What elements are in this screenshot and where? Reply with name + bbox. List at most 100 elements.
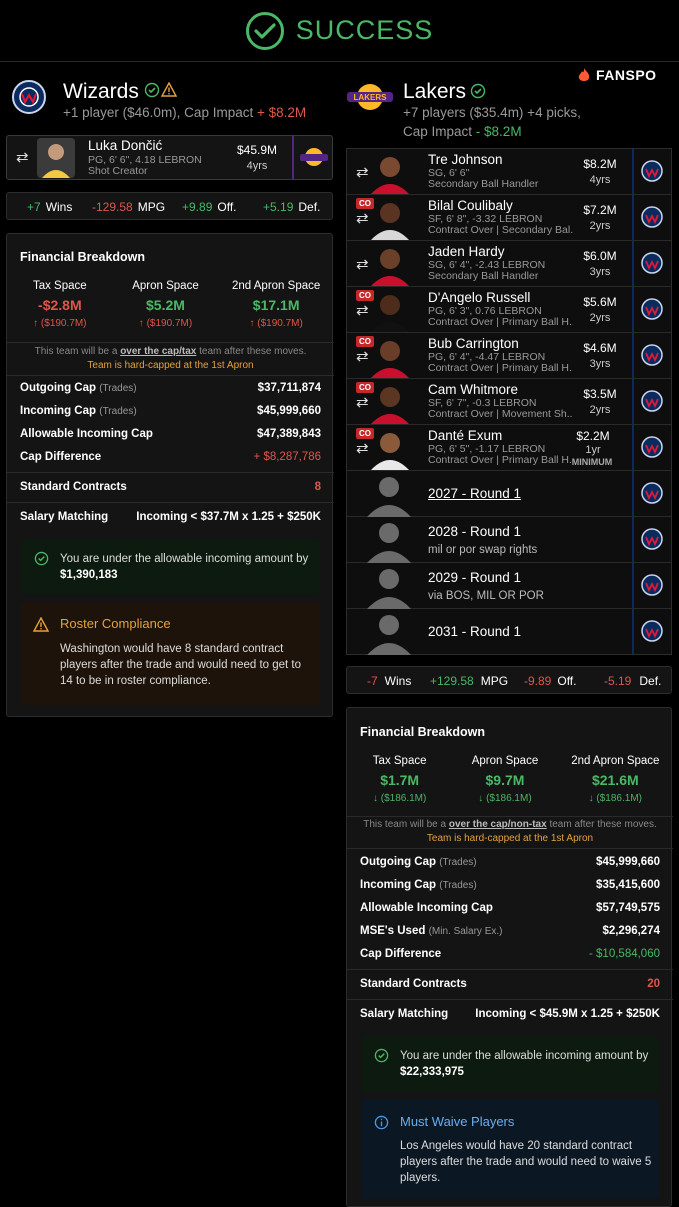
- team-color-bar: [632, 379, 634, 424]
- lakers-small-logo: [299, 146, 329, 173]
- standard-contracts-row: Standard Contracts 8: [20, 481, 321, 493]
- tax-space-delta: ↓ ($186.1M): [372, 793, 427, 804]
- check-circle-icon: [34, 551, 49, 571]
- player-salary: $2.2M: [576, 429, 610, 443]
- player-meta: PG, 6' 5", -1.17 LEBRON: [428, 444, 546, 455]
- mpg-value: +129.58: [430, 674, 474, 688]
- warning-title: Roster Compliance: [60, 616, 171, 631]
- incoming-player-card[interactable]: ⇄ Luka Dončić PG, 6' 6", 4.18 LEBRON Sho…: [6, 135, 333, 180]
- player-role: Secondary Ball Handler: [428, 179, 539, 190]
- verified-check-icon: [144, 82, 160, 103]
- def-label: Def.: [639, 674, 662, 688]
- player-photo: [367, 382, 413, 424]
- mpg-value: -129.58: [92, 200, 133, 214]
- def-label: Def.: [298, 200, 321, 214]
- player-years: 1yr: [585, 444, 601, 456]
- outgoing-player-row[interactable]: CO ⇄ D'Angelo Russell PG, 6' 3", 0.76 LE…: [347, 287, 671, 333]
- wins-value: +7: [27, 200, 41, 214]
- draft-pick-row[interactable]: 2029 - Round 1 via BOS, MIL OR POR: [347, 563, 671, 609]
- apron-space: Apron Space $5.2M ↑ ($190.7M): [115, 280, 215, 329]
- pick-title[interactable]: 2031 - Round 1: [428, 624, 521, 639]
- wins-label: Wins: [45, 200, 73, 214]
- player-photo: [367, 244, 413, 286]
- fanspo-brand[interactable]: FANSPO: [577, 67, 657, 83]
- warning-triangle-icon: [32, 616, 50, 637]
- pick-silhouette-icon: [361, 473, 417, 522]
- salary-matching-row: Salary Matching Incoming < $37.7M x 1.25 …: [20, 511, 321, 523]
- roster-compliance-warning: Roster Compliance Washington would have …: [21, 602, 320, 705]
- under-allowable-notice: You are under the allowable incoming amo…: [361, 1036, 659, 1091]
- off-label: Off.: [557, 674, 577, 688]
- player-role: Contract Over | Primary Ball H...: [428, 363, 573, 374]
- success-banner: SUCCESS: [0, 0, 679, 62]
- player-meta: SG, 6' 6": [428, 168, 470, 179]
- player-role: Contract Over | Secondary Bal...: [428, 225, 573, 236]
- off-value: -9.89: [524, 674, 552, 688]
- mse-used-row: MSE's Used (Min. Salary Ex.) $2,296,274: [360, 925, 660, 937]
- player-role: Shot Creator: [88, 166, 148, 177]
- second-apron-delta: ↑ ($190.7M): [249, 318, 303, 329]
- outgoing-player-row[interactable]: CO ⇄ Danté Exum PG, 6' 5", -1.17 LEBRON …: [347, 425, 671, 471]
- outgoing-player-row[interactable]: ⇄ Tre Johnson SG, 6' 6" Secondary Ball H…: [347, 149, 671, 195]
- draft-pick-row[interactable]: 2031 - Round 1: [347, 609, 671, 655]
- team-color-bar: [632, 333, 634, 378]
- incoming-cap-row: Incoming Cap (Trades) $45,999,660: [20, 405, 321, 417]
- wizards-small-logo: [641, 436, 663, 463]
- pick-title[interactable]: 2028 - Round 1: [428, 524, 521, 539]
- wizards-small-logo: [641, 390, 663, 417]
- player-name[interactable]: Cam Whitmore: [428, 382, 518, 397]
- player-name[interactable]: Bilal Coulibaly: [428, 198, 513, 213]
- cap-status-link[interactable]: over the cap/non-tax: [449, 819, 547, 830]
- player-meta: SF, 6' 7", -0.3 LEBRON: [428, 398, 537, 409]
- pick-title[interactable]: 2027 - Round 1: [428, 486, 521, 501]
- cap-status-link[interactable]: over the cap/tax: [120, 346, 196, 357]
- wizards-small-logo: [641, 344, 663, 371]
- pick-silhouette-icon: [361, 565, 417, 614]
- wizards-financial-breakdown: Financial Breakdown Tax Space -$2.8M ↑ ($1…: [6, 233, 334, 717]
- outgoing-player-row[interactable]: CO ⇄ Bilal Coulibaly SF, 6' 8", -3.32 LE…: [347, 195, 671, 241]
- pick-silhouette-icon: [361, 519, 417, 568]
- draft-pick-row[interactable]: 2027 - Round 1: [347, 471, 671, 517]
- pick-title[interactable]: 2029 - Round 1: [428, 570, 521, 585]
- outgoing-player-row[interactable]: ⇄ Jaden Hardy SG, 6' 4", -2.43 LEBRON Se…: [347, 241, 671, 287]
- player-name[interactable]: D'Angelo Russell: [428, 290, 530, 305]
- wizards-small-logo: [641, 482, 663, 509]
- brand-name: FANSPO: [596, 67, 657, 83]
- outgoing-player-row[interactable]: CO ⇄ Cam Whitmore SF, 6' 7", -0.3 LEBRON…: [347, 379, 671, 425]
- wizards-small-logo: [641, 298, 663, 325]
- lakers-outgoing-list: ⇄ Tre Johnson SG, 6' 6" Secondary Ball H…: [346, 148, 672, 655]
- info-icon: [374, 1115, 389, 1135]
- outgoing-player-row[interactable]: CO ⇄ Bub Carrington PG, 6' 4", -4.47 LEB…: [347, 333, 671, 379]
- def-value: +5.19: [263, 200, 294, 214]
- cap-status-note: This team will be a over the cap/non-tax…: [363, 819, 657, 830]
- player-name[interactable]: Tre Johnson: [428, 152, 503, 167]
- player-meta: SG, 6' 4", -2.43 LEBRON: [428, 260, 546, 271]
- player-role: Contract Over | Primary Ball H...: [428, 317, 573, 328]
- apron-space-delta: ↑ ($190.7M): [138, 318, 193, 329]
- cap-status-note: This team will be a over the cap/tax tea…: [34, 346, 307, 357]
- lakers-impact-bar: -7 Wins +129.58 MPG -9.89 Off. -5.19 Def.: [346, 666, 672, 694]
- player-salary: $8.2M: [583, 157, 617, 171]
- flame-icon: [578, 68, 590, 81]
- must-waive-notice: Must Waive Players Los Angeles would hav…: [361, 1099, 659, 1199]
- player-photo: [37, 138, 75, 178]
- fb-title: Financial Breakdown: [360, 725, 486, 739]
- wizards-small-logo: [641, 252, 663, 279]
- player-name[interactable]: Bub Carrington: [428, 336, 519, 351]
- team-color-bar: [632, 241, 634, 286]
- team-color-bar: [632, 517, 634, 562]
- pick-note: via BOS, MIL OR POR: [428, 590, 544, 602]
- player-photo: [367, 152, 413, 194]
- fb-title: Financial Breakdown: [20, 250, 146, 264]
- player-name[interactable]: Danté Exum: [428, 428, 502, 443]
- standard-contracts-row: Standard Contracts 20: [360, 978, 660, 990]
- draft-pick-row[interactable]: 2028 - Round 1 mil or por swap rights: [347, 517, 671, 563]
- second-apron-delta: ↓ ($186.1M): [588, 793, 642, 804]
- hard-cap-note: Team is hard-capped at the 1st Apron: [426, 833, 594, 844]
- player-name[interactable]: Luka Dončić: [88, 138, 162, 153]
- team-color-bar: [632, 195, 634, 240]
- svg-text:LAKERS: LAKERS: [354, 93, 388, 102]
- player-name[interactable]: Jaden Hardy: [428, 244, 505, 259]
- def-value: -5.19: [604, 674, 632, 688]
- incoming-cap-row: Incoming Cap (Trades) $35,415,600: [360, 879, 660, 891]
